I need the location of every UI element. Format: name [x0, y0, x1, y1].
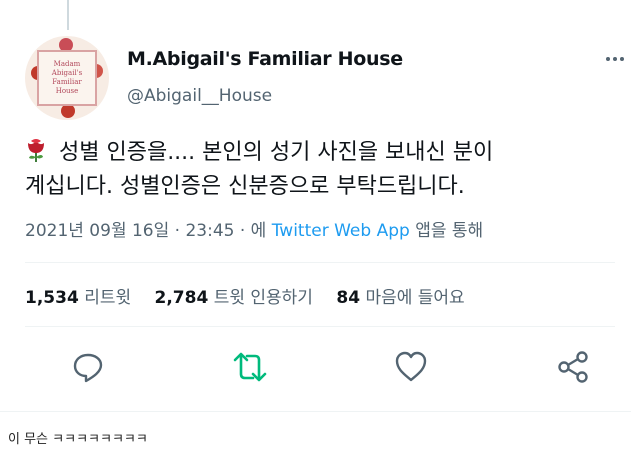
reply-icon: [73, 353, 103, 383]
more-dot: [613, 57, 617, 61]
tweet-text: 성별 인증을.... 본인의 성기 사진을 보내신 분이 계십니다. 성별인증은…: [25, 136, 615, 204]
quotes-label: 트윗 인용하기: [213, 288, 313, 308]
avatar-frame: Madam Abigail's Familiar House: [37, 50, 97, 106]
quotes-count: 2,784: [154, 288, 209, 308]
retweet-button[interactable]: [233, 350, 267, 384]
tweet-meta: 2021년 09월 16일 · 23:45 · 에 Twitter Web Ap…: [25, 216, 483, 241]
likes-stat[interactable]: 84 마음에 들어요: [336, 288, 464, 308]
share-button[interactable]: [556, 350, 590, 384]
retweet-icon: [233, 352, 267, 382]
divider: [25, 262, 615, 263]
more-dot: [620, 57, 624, 61]
source-suffix: 앱을 통해: [415, 221, 484, 241]
tweet-text-content: 성별 인증을.... 본인의 성기 사진을 보내신 분이: [59, 140, 494, 165]
retweets-count: 1,534: [25, 288, 79, 308]
avatar-text-line: Abigail's: [51, 69, 83, 77]
more-options-button[interactable]: [606, 54, 626, 64]
avatar-text-line: House: [55, 87, 79, 95]
like-button[interactable]: [394, 350, 428, 384]
user-handle[interactable]: @Abigail__House: [127, 86, 272, 106]
retweets-label: 리트윗: [84, 288, 132, 308]
divider: [25, 326, 615, 327]
source-link[interactable]: Twitter Web App: [272, 221, 410, 241]
tweet-text-line-1: 성별 인증을.... 본인의 성기 사진을 보내신 분이: [25, 136, 615, 170]
display-name[interactable]: M.Abigail's Familiar House: [127, 48, 403, 70]
rose-icon: [25, 137, 47, 163]
likes-label: 마음에 들어요: [365, 288, 465, 308]
more-dot: [606, 57, 610, 61]
timestamp[interactable]: 2021년 09월 16일 · 23:45 · 에: [25, 221, 266, 241]
reply-button[interactable]: [71, 350, 105, 384]
avatar-logo-text: Madam Abigail's Familiar House: [39, 60, 95, 96]
quotes-stat[interactable]: 2,784 트윗 인용하기: [155, 288, 313, 308]
avatar[interactable]: Madam Abigail's Familiar House: [25, 36, 109, 120]
avatar-text-line: Madam: [53, 60, 81, 68]
avatar-text-line: Familiar: [52, 78, 82, 86]
likes-count: 84: [336, 288, 361, 308]
rose-decoration: [61, 104, 75, 118]
share-icon: [558, 351, 588, 383]
tweet-card: Madam Abigail's Familiar House M.Abigail…: [0, 0, 631, 412]
retweets-stat[interactable]: 1,534 리트윗: [25, 288, 131, 308]
action-bar: [0, 346, 631, 386]
engagement-stats: 1,534 리트윗 2,784 트윗 인용하기 84 마음에 들어요: [25, 283, 483, 308]
tweet-text-line-2: 계십니다. 성별인증은 신분증으로 부탁드립니다.: [25, 174, 465, 199]
like-icon: [395, 351, 427, 382]
caption-text: 이 무슨 ㅋㅋㅋㅋㅋㅋㅋㅋ: [8, 432, 148, 447]
